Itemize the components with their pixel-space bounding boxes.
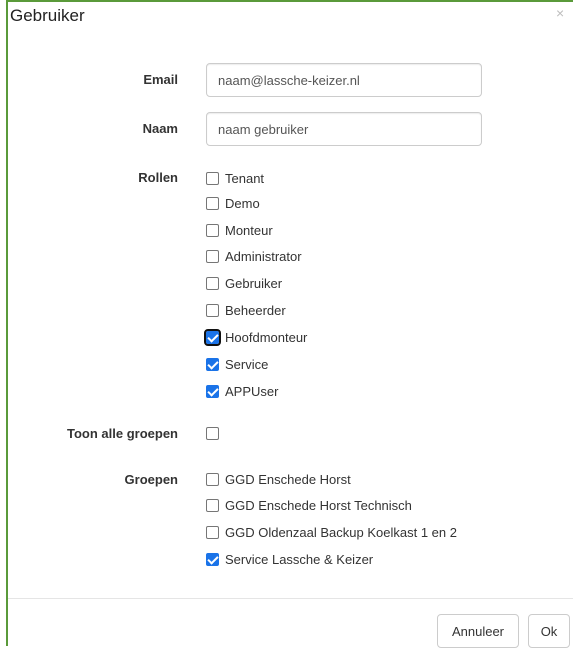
dialog-border-left bbox=[6, 0, 8, 646]
role-checkbox-monteur[interactable]: Monteur bbox=[206, 221, 273, 239]
checkbox[interactable] bbox=[206, 249, 219, 263]
group-checkbox-ggd-oldenzaal-backup[interactable]: GGD Oldenzaal Backup Koelkast 1 en 2 bbox=[206, 523, 457, 541]
role-label: Tenant bbox=[225, 170, 265, 186]
group-label: Service Lassche & Keizer bbox=[225, 551, 374, 567]
role-label: Hoofdmonteur bbox=[225, 329, 308, 345]
toon-alle-groepen-checkbox[interactable] bbox=[206, 424, 225, 442]
groepen-label: Groepen bbox=[124, 472, 178, 487]
role-checkbox-appuser[interactable]: APPUser bbox=[206, 382, 278, 400]
group-checkbox-ggd-enschede-horst-technisch[interactable]: GGD Enschede Horst Technisch bbox=[206, 496, 412, 514]
footer-divider bbox=[8, 598, 573, 599]
checkbox[interactable] bbox=[206, 276, 219, 290]
close-icon[interactable]: × bbox=[556, 5, 564, 21]
role-label: Administrator bbox=[225, 248, 302, 264]
checkbox[interactable] bbox=[206, 223, 219, 237]
group-checkbox-service-lassche-keizer[interactable]: Service Lassche & Keizer bbox=[206, 550, 373, 568]
checkbox[interactable] bbox=[206, 171, 219, 185]
dialog-border-top bbox=[6, 0, 573, 2]
group-checkbox-ggd-enschede-horst[interactable]: GGD Enschede Horst bbox=[206, 470, 351, 488]
toon-alle-groepen-label: Toon alle groepen bbox=[67, 426, 178, 441]
rollen-label: Rollen bbox=[138, 170, 178, 185]
naam-field[interactable] bbox=[206, 112, 482, 146]
group-label: GGD Oldenzaal Backup Koelkast 1 en 2 bbox=[225, 524, 457, 540]
naam-label: Naam bbox=[142, 121, 178, 136]
checkbox[interactable] bbox=[206, 498, 219, 512]
checkbox-checked[interactable] bbox=[206, 357, 219, 371]
checkbox-checked[interactable] bbox=[206, 384, 219, 398]
cancel-button[interactable]: Annuleer bbox=[437, 614, 519, 648]
role-label: APPUser bbox=[225, 383, 279, 399]
role-checkbox-tenant[interactable]: Tenant bbox=[206, 169, 264, 187]
role-checkbox-gebruiker[interactable]: Gebruiker bbox=[206, 274, 282, 292]
checkbox-checked[interactable] bbox=[206, 552, 219, 566]
checkbox[interactable] bbox=[206, 303, 219, 317]
email-field[interactable] bbox=[206, 63, 482, 97]
role-label: Gebruiker bbox=[225, 275, 283, 291]
role-label: Beheerder bbox=[225, 302, 286, 318]
role-checkbox-demo[interactable]: Demo bbox=[206, 194, 260, 212]
role-label: Service bbox=[225, 356, 269, 372]
role-checkbox-administrator[interactable]: Administrator bbox=[206, 247, 302, 265]
group-label: GGD Enschede Horst Technisch bbox=[225, 497, 412, 513]
checkbox[interactable] bbox=[206, 196, 219, 210]
role-label: Demo bbox=[225, 195, 260, 211]
checkbox[interactable] bbox=[206, 426, 219, 440]
group-label: GGD Enschede Horst bbox=[225, 471, 351, 487]
checkbox[interactable] bbox=[206, 472, 219, 486]
dialog-title: Gebruiker bbox=[10, 6, 85, 25]
email-label: Email bbox=[143, 72, 178, 87]
role-label: Monteur bbox=[225, 222, 273, 238]
ok-button[interactable]: Ok bbox=[528, 614, 570, 648]
user-dialog: Gebruiker × Email Naam Rollen Tenant Dem… bbox=[0, 0, 573, 648]
checkbox[interactable] bbox=[206, 525, 219, 539]
checkbox-checked[interactable] bbox=[204, 328, 221, 346]
role-checkbox-service[interactable]: Service bbox=[206, 355, 268, 373]
role-checkbox-beheerder[interactable]: Beheerder bbox=[206, 301, 286, 319]
role-checkbox-hoofdmonteur[interactable]: Hoofdmonteur bbox=[204, 328, 308, 346]
